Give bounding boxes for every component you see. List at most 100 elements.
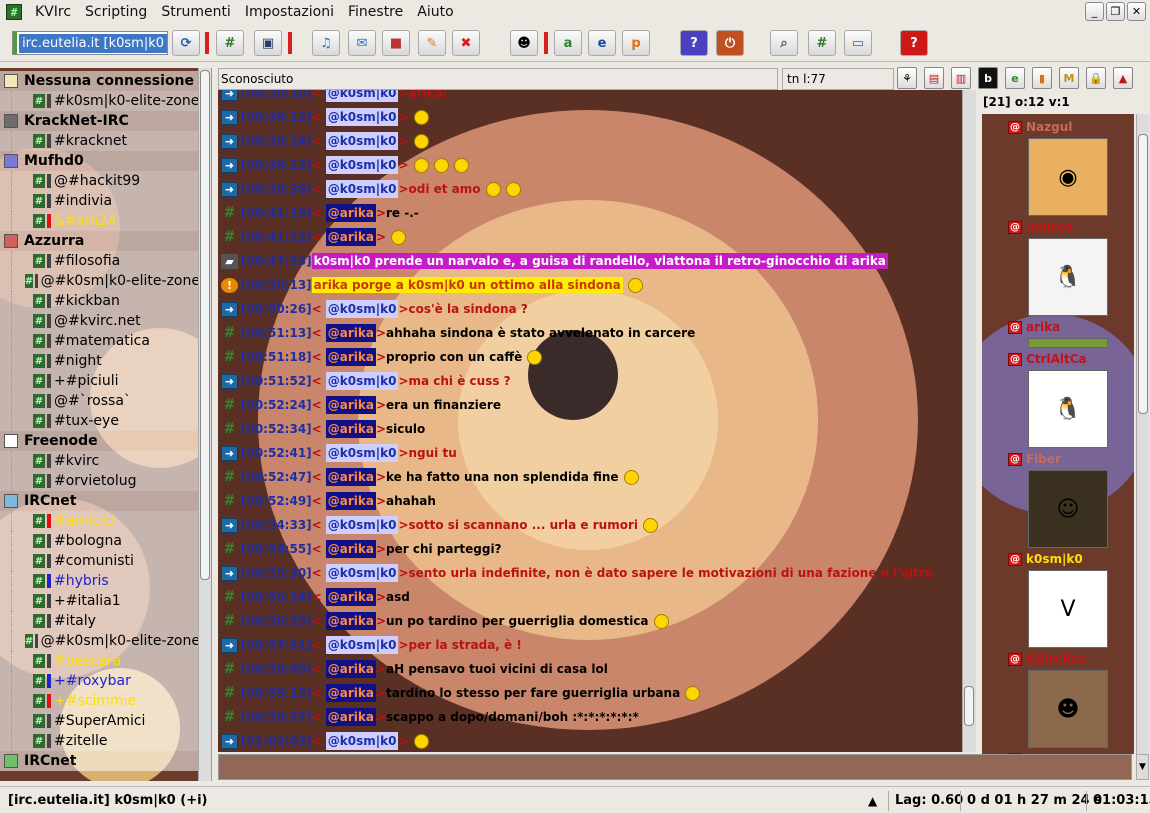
tree-channel[interactable]: # +#italia1 bbox=[0, 591, 200, 611]
mode-button-3[interactable]: ▥ bbox=[951, 67, 971, 89]
away-icon[interactable]: ☻ bbox=[510, 30, 538, 56]
mode-m-icon[interactable]: M bbox=[1059, 67, 1079, 89]
chat-message[interactable]: # [00:51:13] < @arika > ahhaha sindona è st… bbox=[218, 323, 695, 343]
help-icon[interactable]: ? bbox=[900, 30, 928, 56]
message-nick[interactable]: @arika bbox=[325, 204, 376, 222]
user-entry[interactable]: @ k0sm|k0 bbox=[982, 550, 1134, 568]
chat-message[interactable]: # [00:51:18] < @arika > proprio con un caff… bbox=[218, 347, 543, 367]
terminal-icon[interactable]: # bbox=[808, 30, 836, 56]
message-nick[interactable]: @arika bbox=[325, 660, 376, 678]
message-input[interactable] bbox=[219, 755, 1131, 779]
tree-channel[interactable]: # #italy bbox=[0, 611, 200, 631]
chat-message[interactable]: ➜ [00:39:38] < @k0sm|k0 > odi et amo bbox=[218, 179, 521, 199]
log-icon[interactable]: a bbox=[554, 30, 582, 56]
message-nick[interactable]: @arika bbox=[325, 420, 376, 438]
minimize-icon[interactable]: _ bbox=[1085, 2, 1104, 21]
message-nick[interactable]: @arika bbox=[325, 540, 376, 558]
chat-message[interactable]: # [00:56:55] < @arika > un po tardino per g… bbox=[218, 611, 669, 631]
tree-scrollbar[interactable] bbox=[198, 68, 211, 781]
message-nick[interactable]: @arika bbox=[325, 492, 376, 510]
connect-icon[interactable]: ⟳ bbox=[172, 30, 200, 56]
chat-message[interactable]: # [00:52:49] < @arika > ahahah bbox=[218, 491, 436, 511]
chat-message[interactable]: ➜ [00:39:12] < @k0sm|k0 > bbox=[218, 107, 429, 127]
menu-kvirc[interactable]: KVIrc bbox=[28, 1, 78, 23]
tree-channel[interactable]: # #zitelle bbox=[0, 731, 200, 751]
sounds-icon[interactable]: ♫ bbox=[312, 30, 340, 56]
input-history-icon[interactable]: ▼ bbox=[1136, 754, 1149, 780]
message-nick[interactable]: @arika bbox=[325, 468, 376, 486]
lock-icon[interactable]: 🔒 bbox=[1086, 67, 1106, 89]
userlist-scrollbar[interactable] bbox=[1136, 114, 1149, 754]
kvirc-app-icon[interactable]: # bbox=[6, 4, 22, 20]
tree-channel[interactable]: # #SuperAmici bbox=[0, 711, 200, 731]
tree-channel[interactable]: # #k0sm|k0-elite-zone bbox=[0, 91, 200, 111]
search-icon[interactable]: ⌕ bbox=[770, 30, 798, 56]
chat-message[interactable]: # [00:41:19] < @arika > re -.- bbox=[218, 203, 419, 223]
chat-message[interactable]: # [00:52:34] < @arika > siculo bbox=[218, 419, 425, 439]
tree-channel[interactable]: # #orvietolug bbox=[0, 471, 200, 491]
chat-message[interactable]: ➜ [00:39:14] < @k0sm|k0 > bbox=[218, 131, 429, 151]
chat-message[interactable]: # [00:59:57] < @arika > scappo a dopo/doman… bbox=[218, 707, 639, 727]
message-nick[interactable]: @k0sm|k0 bbox=[325, 156, 399, 174]
bold-icon[interactable]: b bbox=[978, 67, 998, 89]
message-nick[interactable]: @arika bbox=[325, 396, 376, 414]
chat-message[interactable]: ➜ [00:54:33] < @k0sm|k0 > sotto si scannano… bbox=[218, 515, 658, 535]
message-nick[interactable]: @arika bbox=[325, 684, 376, 702]
user-entry[interactable]: @ Nazgul bbox=[982, 118, 1134, 136]
new-query-icon[interactable]: ▣ bbox=[254, 30, 282, 56]
new-channel-icon[interactable]: # bbox=[216, 30, 244, 56]
user-entry[interactable]: @ arika bbox=[982, 318, 1134, 336]
user-entry[interactable]: @ CtrlAltCa bbox=[982, 350, 1134, 368]
user-entry[interactable]: @ andrea` bbox=[982, 218, 1134, 236]
stats-icon[interactable]: ▲ bbox=[1113, 67, 1133, 89]
chat-message[interactable]: ➜ [00:50:26] < @k0sm|k0 > cos'è la sindona … bbox=[218, 299, 528, 319]
tree-channel[interactable]: # #kvirc bbox=[0, 451, 200, 471]
tree-channel[interactable]: # +#piciuli bbox=[0, 371, 200, 391]
chat-message[interactable]: # [00:59:09] < @arika > aH pensavo tuoi vic… bbox=[218, 659, 608, 679]
chat-message[interactable]: ➜ [00:51:52] < @k0sm|k0 > ma chi è cuss ? bbox=[218, 371, 511, 391]
tree-channel[interactable]: # @#k0sm|k0-elite-zone bbox=[0, 631, 200, 651]
tree-channel[interactable]: # #amicici bbox=[0, 511, 200, 531]
tree-channel[interactable]: # #kracknet bbox=[0, 131, 200, 151]
userlist-scroll-thumb[interactable] bbox=[1138, 134, 1148, 414]
chat-message[interactable]: ! [00:50:13] arika porge a k0sm|k0 un ott… bbox=[218, 275, 643, 295]
chat-message[interactable]: # [00:52:47] < @arika > ke ha fatto una non… bbox=[218, 467, 639, 487]
tools-icon[interactable]: ✎ bbox=[418, 30, 446, 56]
help-index-icon[interactable]: ? bbox=[680, 30, 708, 56]
message-nick[interactable]: @k0sm|k0 bbox=[325, 636, 399, 654]
chat-message[interactable]: # [00:56:14] < @arika > asd bbox=[218, 587, 410, 607]
message-nick[interactable]: @arika bbox=[325, 612, 376, 630]
tree-server[interactable]: Mufhd0 bbox=[0, 151, 200, 171]
chat-message[interactable]: # [00:52:24] < @arika > era un finanziere bbox=[218, 395, 501, 415]
chat-scroll-thumb[interactable] bbox=[964, 686, 974, 726]
message-nick[interactable]: @k0sm|k0 bbox=[325, 300, 399, 318]
message-nick[interactable]: @arika bbox=[325, 348, 376, 366]
chat-view[interactable]: ➜ [00:39:10] < @k0sm|k0 > arika: ➜ [00:39:12… bbox=[218, 90, 962, 752]
chat-scrollbar[interactable] bbox=[962, 90, 976, 752]
chat-message[interactable]: # [00:41:22] < @arika > bbox=[218, 227, 407, 247]
server-selector[interactable]: irc.eutelia.it [k0sm|k0 bbox=[12, 31, 168, 55]
tree-channel[interactable]: # #tux-eye bbox=[0, 411, 200, 431]
browser-icon[interactable]: e bbox=[588, 30, 616, 56]
menu-impostazioni[interactable]: Impostazioni bbox=[238, 1, 341, 23]
menu-scripting[interactable]: Scripting bbox=[78, 1, 154, 23]
tree-channel[interactable]: # #filosofia bbox=[0, 251, 200, 271]
chat-message[interactable]: ➜ [00:52:41] < @k0sm|k0 > ngui tu bbox=[218, 443, 457, 463]
emoticon-icon[interactable]: e bbox=[1005, 67, 1025, 89]
message-nick[interactable]: @k0sm|k0 bbox=[325, 108, 399, 126]
message-nick[interactable]: @k0sm|k0 bbox=[325, 372, 399, 390]
tree-server[interactable]: IRCnet bbox=[0, 491, 200, 511]
message-nick[interactable]: @arika bbox=[325, 228, 376, 246]
chat-message[interactable]: # [00:54:55] < @arika > per chi parteggi? bbox=[218, 539, 502, 559]
menu-finestre[interactable]: Finestre bbox=[341, 1, 410, 23]
kill-icon[interactable]: ✖ bbox=[452, 30, 480, 56]
message-nick[interactable]: @k0sm|k0 bbox=[325, 444, 399, 462]
restore-icon[interactable]: ❐ bbox=[1106, 2, 1125, 21]
chat-message[interactable]: ➜ [00:55:30] < @k0sm|k0 > sento urla indefi… bbox=[218, 563, 933, 583]
message-nick[interactable]: @k0sm|k0 bbox=[325, 132, 399, 150]
script-icon[interactable]: p bbox=[622, 30, 650, 56]
tree-channel[interactable]: # +#scimmie bbox=[0, 691, 200, 711]
tree-channel[interactable]: # #indivia bbox=[0, 191, 200, 211]
tree-server[interactable]: Azzurra bbox=[0, 231, 200, 251]
tree-channel[interactable]: # #hybris bbox=[0, 571, 200, 591]
